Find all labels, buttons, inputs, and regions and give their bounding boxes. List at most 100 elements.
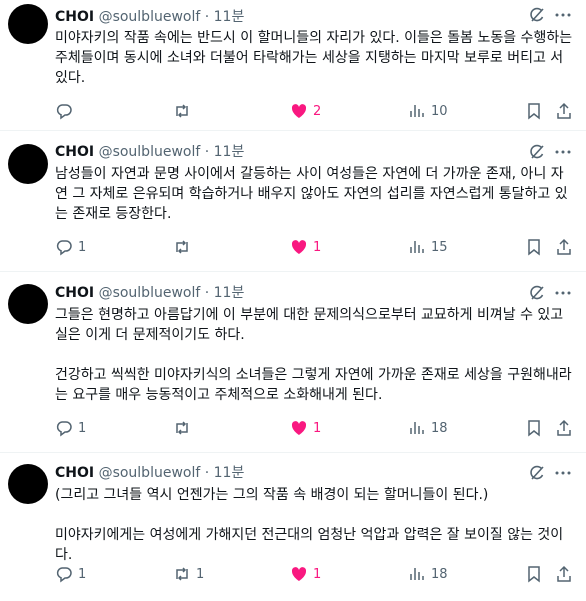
user-handle[interactable]: @soulbluewolf — [99, 144, 201, 160]
avatar[interactable] — [8, 4, 48, 44]
heart-icon — [291, 421, 307, 435]
separator-dot: · — [204, 465, 210, 481]
retweet-button[interactable]: 1 — [173, 564, 204, 584]
share-icon[interactable] — [555, 565, 573, 583]
more-icon[interactable] — [554, 143, 572, 161]
grok-icon[interactable] — [528, 464, 546, 482]
share-icon[interactable] — [555, 238, 573, 256]
tweet-paragraph: 그들은 현명하고 아름답기에 이 부분에 대한 문제의식으로부터 교묘하게 비껴… — [55, 307, 564, 343]
timestamp[interactable]: 11분 — [214, 144, 245, 160]
avatar[interactable] — [8, 284, 48, 324]
tweet-header: CHOI @soulbluewolf · 11분 — [55, 464, 244, 482]
bookmark-icon[interactable] — [525, 565, 543, 583]
separator-dot: · — [204, 285, 210, 301]
tweet-paragraph: (그리고 그녀들 역시 언젠가는 그의 작품 속 배경이 되는 할머니들이 된다… — [55, 487, 489, 503]
separator-dot: · — [204, 144, 210, 160]
user-handle[interactable]: @soulbluewolf — [99, 9, 201, 25]
views-button[interactable]: 18 — [408, 418, 448, 438]
tweet-header-tools — [528, 284, 572, 304]
views-button[interactable]: 10 — [408, 101, 448, 121]
bookmark-icon[interactable] — [525, 238, 543, 256]
display-name[interactable]: CHOI — [55, 9, 94, 25]
tweet-tail-actions — [525, 237, 573, 257]
reply-button[interactable]: 1 — [55, 564, 86, 584]
tweet-actions: 1 1 15 — [55, 237, 580, 257]
timestamp[interactable]: 11분 — [214, 285, 245, 301]
retweet-button[interactable] — [173, 101, 196, 121]
tweet-text: (그리고 그녀들 역시 언젠가는 그의 작품 속 배경이 되는 할머니들이 된다… — [55, 485, 575, 565]
bookmark-icon[interactable] — [525, 419, 543, 437]
tweet-text: 남성들이 자연과 문명 사이에서 갈등하는 사이 여성들은 자연에 더 가까운 … — [55, 164, 575, 224]
retweet-icon — [176, 421, 188, 435]
reply-count: 1 — [78, 239, 87, 255]
tweet-tail-actions — [525, 564, 573, 584]
reply-count: 1 — [78, 420, 87, 436]
more-icon[interactable] — [554, 6, 572, 24]
timestamp[interactable]: 11분 — [214, 465, 245, 481]
tweet[interactable]: CHOI @soulbluewolf · 11분 남성들이 자연과 문명 사이에… — [0, 131, 586, 272]
like-button[interactable]: 1 — [290, 564, 321, 584]
share-icon[interactable] — [555, 419, 573, 437]
bookmark-icon[interactable] — [525, 102, 543, 120]
tweet-text: 미야자키의 작품 속에는 반드시 이 할머니들의 자리가 있다. 이들은 돌봄 … — [55, 28, 575, 88]
avatar[interactable] — [8, 464, 48, 504]
user-handle[interactable]: @soulbluewolf — [99, 465, 201, 481]
tweet-header-tools — [528, 6, 572, 26]
reply-button[interactable]: 1 — [55, 418, 86, 438]
avatar[interactable] — [8, 144, 48, 184]
share-icon[interactable] — [555, 102, 573, 120]
views-icon — [410, 105, 424, 117]
views-button[interactable]: 15 — [408, 237, 448, 257]
tweet[interactable]: CHOI @soulbluewolf · 11분 (그리고 그녀들 역시 언젠가… — [0, 453, 586, 601]
reply-button[interactable] — [55, 101, 78, 121]
more-icon[interactable] — [554, 284, 572, 302]
display-name[interactable]: CHOI — [55, 465, 94, 481]
like-count: 2 — [313, 103, 322, 119]
more-icon[interactable] — [554, 464, 572, 482]
views-count: 10 — [431, 103, 448, 119]
tweet-header: CHOI @soulbluewolf · 11분 — [55, 143, 244, 161]
views-icon — [410, 241, 424, 253]
user-handle[interactable]: @soulbluewolf — [99, 285, 201, 301]
like-button[interactable]: 1 — [290, 237, 321, 257]
heart-icon — [291, 567, 307, 581]
heart-icon — [291, 240, 307, 254]
retweet-icon — [176, 104, 188, 118]
tweet[interactable]: CHOI @soulbluewolf · 11분 미야자키의 작품 속에는 반드… — [0, 0, 586, 131]
tweet[interactable]: CHOI @soulbluewolf · 11분 그들은 현명하고 아름답기에 … — [0, 272, 586, 453]
tweet-header-tools — [528, 464, 572, 484]
views-button[interactable]: 18 — [408, 564, 448, 584]
tweet-paragraph: 미야자키에게는 여성에게 가해지던 전근대의 엄청난 억압과 압력은 잘 보이질… — [55, 527, 564, 563]
tweet-header: CHOI @soulbluewolf · 11분 — [55, 8, 244, 26]
like-button[interactable]: 2 — [290, 101, 321, 121]
reply-icon — [56, 104, 72, 120]
like-count: 1 — [313, 566, 322, 582]
views-count: 18 — [431, 420, 448, 436]
tweet-paragraph: 건강하고 씩씩한 미야자키식의 소녀들은 그렇게 자연에 가까운 존재로 세상을… — [55, 367, 572, 403]
reply-button[interactable]: 1 — [55, 237, 86, 257]
like-button[interactable]: 1 — [290, 418, 321, 438]
grok-icon[interactable] — [528, 6, 546, 24]
views-icon — [410, 568, 424, 580]
retweet-button[interactable] — [173, 237, 196, 257]
tweet-actions: 1 1 18 — [55, 418, 580, 438]
views-icon — [410, 422, 424, 434]
tweet-actions: 1 1 1 18 — [55, 564, 580, 584]
reply-icon — [56, 240, 72, 256]
timestamp[interactable]: 11분 — [214, 9, 245, 25]
like-count: 1 — [313, 420, 322, 436]
views-count: 18 — [431, 566, 448, 582]
grok-icon[interactable] — [528, 284, 546, 302]
views-count: 15 — [431, 239, 448, 255]
display-name[interactable]: CHOI — [55, 285, 94, 301]
display-name[interactable]: CHOI — [55, 144, 94, 160]
retweet-count: 1 — [196, 566, 205, 582]
retweet-icon — [176, 240, 188, 254]
tweet-paragraph: 미야자키의 작품 속에는 반드시 이 할머니들의 자리가 있다. 이들은 돌봄 … — [55, 30, 573, 86]
retweet-button[interactable] — [173, 418, 196, 438]
reply-icon — [56, 567, 72, 583]
tweet-header: CHOI @soulbluewolf · 11분 — [55, 284, 244, 302]
grok-icon[interactable] — [528, 143, 546, 161]
tweet-header-tools — [528, 143, 572, 163]
tweet-paragraph: 남성들이 자연과 문명 사이에서 갈등하는 사이 여성들은 자연에 더 가까운 … — [55, 166, 568, 222]
